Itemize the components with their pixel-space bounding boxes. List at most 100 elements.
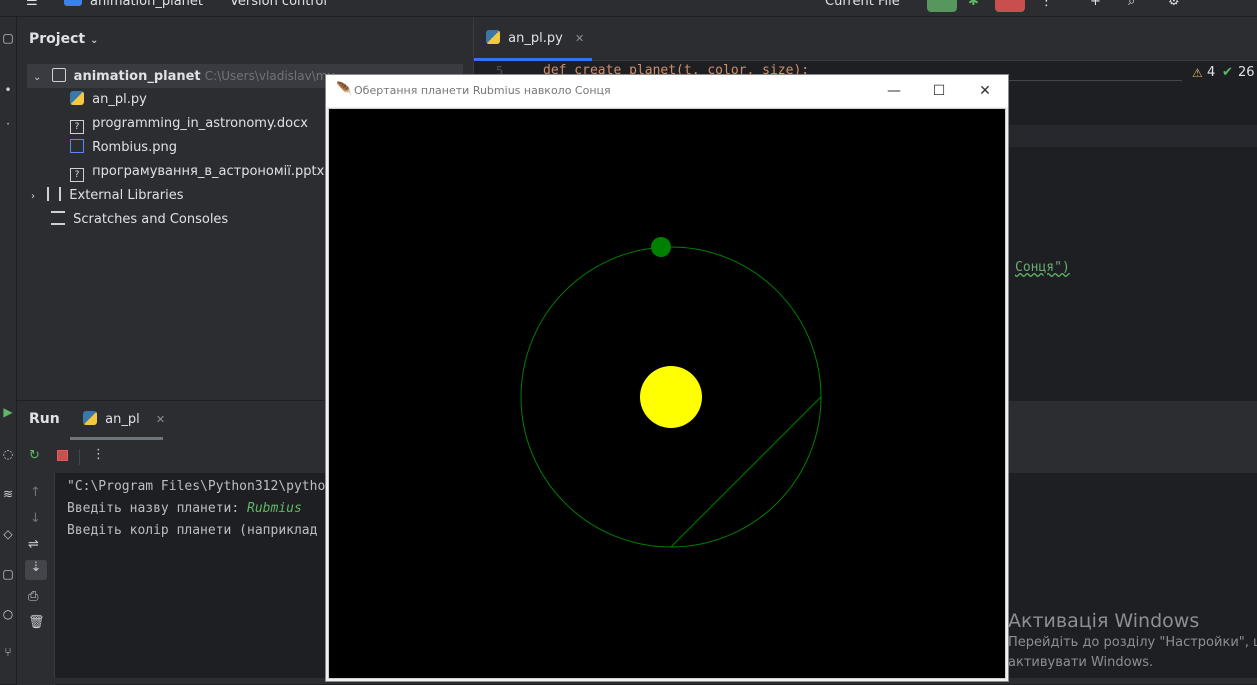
run-tab-indicator — [70, 437, 163, 440]
trash-icon[interactable]: 🗑 — [28, 615, 45, 630]
debug-icon[interactable]: ✱ — [968, 0, 979, 9]
arrow-down-icon[interactable]: ↓ — [30, 511, 41, 526]
project-tool-icon[interactable]: ▢ — [0, 31, 16, 45]
toolbar-separator — [79, 449, 80, 465]
active-tab-indicator — [474, 58, 592, 61]
tk-window-title: Обертання планети Rubmius навколо Сонця — [354, 84, 611, 97]
console-line: Введіть назву планети: Rubmius — [67, 501, 302, 516]
soft-wrap-icon[interactable]: ⇌ — [28, 537, 39, 552]
ide-window: ☰ animation_planet Version control Curre… — [0, 0, 1257, 685]
turtle-canvas[interactable] — [328, 108, 1006, 679]
hamburger-menu-icon[interactable]: ☰ — [26, 0, 38, 9]
console-text: "C:\Program Files\Python312\pytho — [67, 479, 326, 494]
tree-scratches[interactable]: Scratches and Consoles — [51, 208, 228, 232]
console-text: Введіть колір планети (наприклад — [67, 523, 318, 538]
external-libraries-label: External Libraries — [69, 188, 184, 203]
tree-file-pptx[interactable]: ? програмування_в_астрономії.pptx — [70, 160, 324, 184]
close-window-button[interactable]: ✕ — [970, 80, 1000, 102]
scratches-icon — [51, 211, 65, 225]
chevron-right-icon[interactable]: › — [31, 191, 35, 202]
close-tab-icon[interactable]: ✕ — [575, 32, 584, 45]
scratches-label: Scratches and Consoles — [73, 212, 229, 227]
print-icon[interactable]: ⎙ — [28, 589, 38, 604]
console-line: "C:\Program Files\Python312\pytho — [67, 479, 325, 494]
console-text: Введіть назву планети: — [67, 501, 248, 516]
project-name-widget[interactable]: animation_planet — [90, 0, 203, 9]
tree-file-png[interactable]: Rombius.png — [70, 136, 177, 160]
folder-icon — [51, 68, 66, 82]
activation-title: Активація Windows — [1008, 610, 1200, 632]
warning-icon[interactable]: ⚠ — [1192, 66, 1203, 80]
editor-tab-label: an_pl.py — [508, 31, 563, 46]
canvas-svg — [520, 237, 822, 548]
tk-title-bar[interactable]: 🪶 Обертання планети Rubmius навколо Сонц… — [326, 75, 1008, 107]
search-icon[interactable]: ⌕ — [1128, 0, 1135, 9]
orbit-trail-line — [670, 396, 822, 548]
file-name: programming_in_astronomy.docx — [92, 116, 308, 131]
file-name: an_pl.py — [92, 92, 147, 107]
git-tool-icon[interactable]: ⑂ — [0, 645, 16, 659]
tk-window: 🪶 Обертання планети Rubmius навколо Сонц… — [325, 74, 1009, 682]
commit-tool-icon[interactable]: • — [0, 83, 16, 97]
run-tab-an-pl[interactable]: an_pl ✕ — [83, 411, 165, 427]
planet — [651, 237, 671, 257]
add-icon[interactable]: + — [1090, 0, 1101, 9]
file-name: програмування_в_астрономії.pptx — [92, 164, 325, 179]
arrow-up-icon[interactable]: ↑ — [30, 485, 41, 500]
left-tool-strip: ▢ • · ▶ ◌ ≋ ◇ ▢ ○ ⑂ — [0, 17, 17, 684]
unknown-file-icon: ? — [70, 120, 84, 134]
more-options-icon[interactable]: ⋮ — [92, 447, 105, 462]
stop-icon[interactable] — [57, 450, 68, 461]
python-console-icon[interactable]: ○ — [0, 607, 16, 621]
image-file-icon — [70, 139, 84, 153]
layers-tool-icon[interactable]: ≋ — [0, 487, 16, 501]
vcs-widget[interactable]: Version control — [230, 0, 327, 9]
library-icon — [47, 187, 62, 201]
tree-file-an-pl[interactable]: an_pl.py — [70, 88, 147, 112]
stop-button[interactable] — [995, 0, 1025, 12]
minimize-button[interactable]: — — [879, 80, 909, 102]
editor-tab-bar: an_pl.py ✕ — [474, 17, 1257, 61]
structure-tool-icon[interactable]: · — [0, 117, 16, 131]
chevron-down-icon: ⌄ — [89, 35, 99, 46]
sun — [640, 366, 702, 428]
project-pane-title: Project — [29, 31, 86, 47]
root-folder-name: animation_planet — [73, 69, 201, 84]
run-button[interactable] — [927, 0, 957, 12]
console-line: Введіть колір планети (наприклад — [67, 523, 317, 538]
maximize-button[interactable]: ☐ — [924, 80, 954, 102]
activation-line-2: активувати Windows. — [1008, 655, 1154, 670]
run-tool-icon[interactable]: ▶ — [0, 405, 16, 419]
editor-tab-an-pl[interactable]: an_pl.py ✕ — [486, 30, 584, 46]
main-toolbar: ☰ animation_planet Version control Curre… — [0, 0, 1257, 17]
python-file-icon — [70, 91, 84, 105]
run-config-selector[interactable]: Current File — [825, 0, 900, 9]
checks-count: 26 — [1238, 65, 1255, 80]
tree-file-docx[interactable]: ? programming_in_astronomy.docx — [70, 112, 308, 136]
project-pane-header[interactable]: Project ⌄ — [29, 31, 98, 47]
project-badge-icon — [64, 0, 82, 6]
python-file-icon — [486, 30, 500, 44]
services-tool-icon[interactable]: ◌ — [0, 447, 16, 461]
rerun-icon[interactable]: ↻ — [29, 448, 40, 463]
feather-icon: 🪶 — [336, 82, 353, 97]
file-name: Rombius.png — [92, 140, 177, 155]
string-fragment[interactable]: Сонця") — [1015, 260, 1070, 275]
warnings-count: 4 — [1207, 65, 1216, 80]
run-panel-title: Run — [29, 411, 60, 427]
close-tab-icon[interactable]: ✕ — [156, 413, 165, 426]
chevron-down-icon[interactable]: ⌄ — [33, 72, 41, 83]
settings-icon[interactable]: ⚙ — [1168, 0, 1180, 9]
run-side-toolbar: ↑ ↓ ⇌ ⇣ ⎙ 🗑 — [17, 473, 55, 685]
scroll-to-end-icon[interactable]: ⇣ — [25, 560, 47, 580]
current-line-highlight — [1008, 125, 1257, 147]
console-user-input: Rubmius — [247, 501, 302, 516]
unknown-file-icon: ? — [70, 168, 84, 182]
tree-external-libraries[interactable]: › External Libraries — [31, 184, 184, 208]
problems-tool-icon[interactable]: ◇ — [0, 527, 16, 541]
python-file-icon — [83, 411, 97, 425]
check-icon[interactable]: ✔ — [1222, 65, 1233, 80]
terminal-tool-icon[interactable]: ▢ — [0, 567, 16, 581]
run-tab-label: an_pl — [105, 412, 140, 427]
more-actions-icon[interactable]: ⋮ — [1040, 0, 1053, 9]
